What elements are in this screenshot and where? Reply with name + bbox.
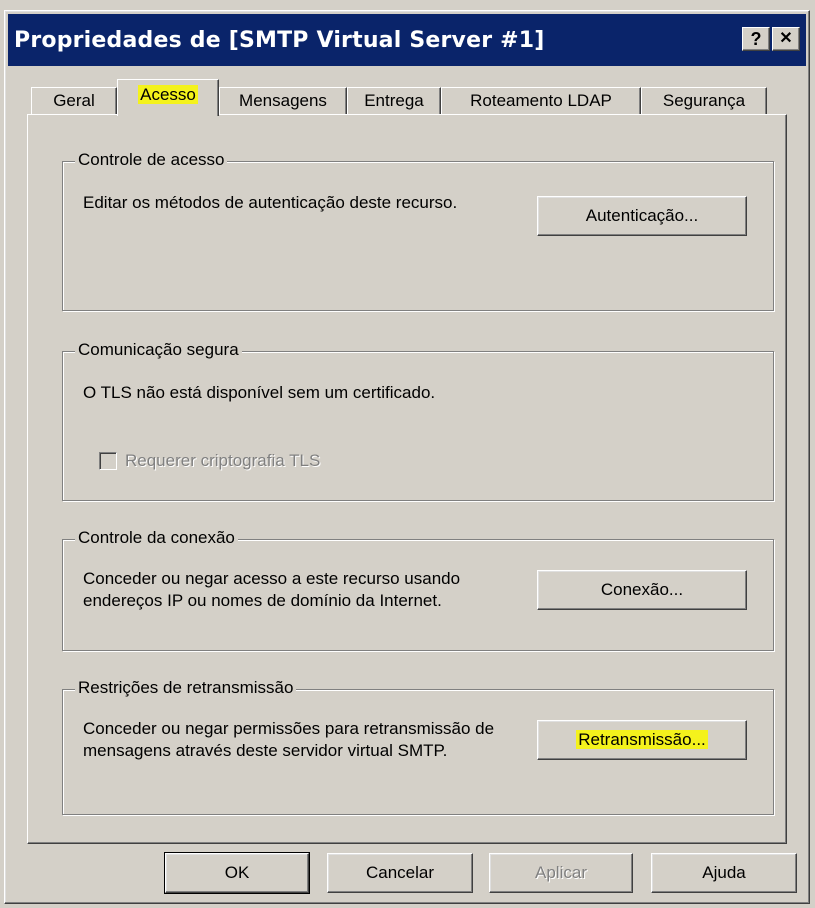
tab-seguranca[interactable]: Segurança <box>641 87 767 115</box>
tab-geral[interactable]: Geral <box>31 87 117 115</box>
group-description: Conceder ou negar acesso a este recurso … <box>83 569 461 610</box>
help-button[interactable]: ? <box>742 27 770 51</box>
properties-dialog: Propriedades de [SMTP Virtual Server #1]… <box>4 10 810 904</box>
tls-status-text: O TLS não está disponível sem um certifi… <box>83 383 436 402</box>
group-description: Editar os métodos de autenticação deste … <box>83 193 458 212</box>
group-connection-control: Controle da conexão Conceder ou negar ac… <box>62 528 774 651</box>
title-buttons: ? ✕ <box>742 27 800 51</box>
tab-label: Roteamento LDAP <box>470 91 612 110</box>
connection-button[interactable]: Conexão... <box>537 570 747 610</box>
tab-label: Acesso <box>138 85 198 104</box>
group-secure-communication: Comunicação segura O TLS não está dispon… <box>62 340 774 501</box>
tab-mensagens[interactable]: Mensagens <box>219 87 347 115</box>
group-legend: Comunicação segura <box>75 340 242 360</box>
group-legend: Restrições de retransmissão <box>75 678 297 698</box>
ok-button[interactable]: OK <box>164 852 310 894</box>
group-legend: Controle da conexão <box>75 528 238 548</box>
tab-panel-acesso: Controle de acesso Editar os métodos de … <box>27 114 787 844</box>
close-button[interactable]: ✕ <box>772 27 800 51</box>
window-title: Propriedades de [SMTP Virtual Server #1] <box>14 27 545 53</box>
group-access-control: Controle de acesso Editar os métodos de … <box>62 150 774 311</box>
tab-label: Geral <box>53 91 95 110</box>
require-tls-checkbox[interactable] <box>99 452 117 470</box>
tab-label: Mensagens <box>239 91 327 110</box>
authentication-button[interactable]: Autenticação... <box>537 196 747 236</box>
tab-label: Entrega <box>364 91 424 110</box>
group-description: Conceder ou negar permissões para retran… <box>83 719 495 760</box>
require-tls-label[interactable]: Requerer criptografia TLS <box>125 450 320 472</box>
tab-label: Segurança <box>662 91 746 110</box>
group-relay-restrictions: Restrições de retransmissão Conceder ou … <box>62 678 774 815</box>
apply-button: Aplicar <box>489 853 633 893</box>
relay-button[interactable]: Retransmissão... <box>537 720 747 760</box>
tab-roteamento-ldap[interactable]: Roteamento LDAP <box>441 87 641 115</box>
tab-acesso[interactable]: Acesso <box>117 79 219 116</box>
group-legend: Controle de acesso <box>75 150 228 170</box>
title-bar[interactable]: Propriedades de [SMTP Virtual Server #1]… <box>8 14 806 66</box>
cancel-button[interactable]: Cancelar <box>327 853 473 893</box>
help-footer-button[interactable]: Ajuda <box>651 853 797 893</box>
close-icon: ✕ <box>779 30 793 47</box>
tab-entrega[interactable]: Entrega <box>347 87 441 115</box>
